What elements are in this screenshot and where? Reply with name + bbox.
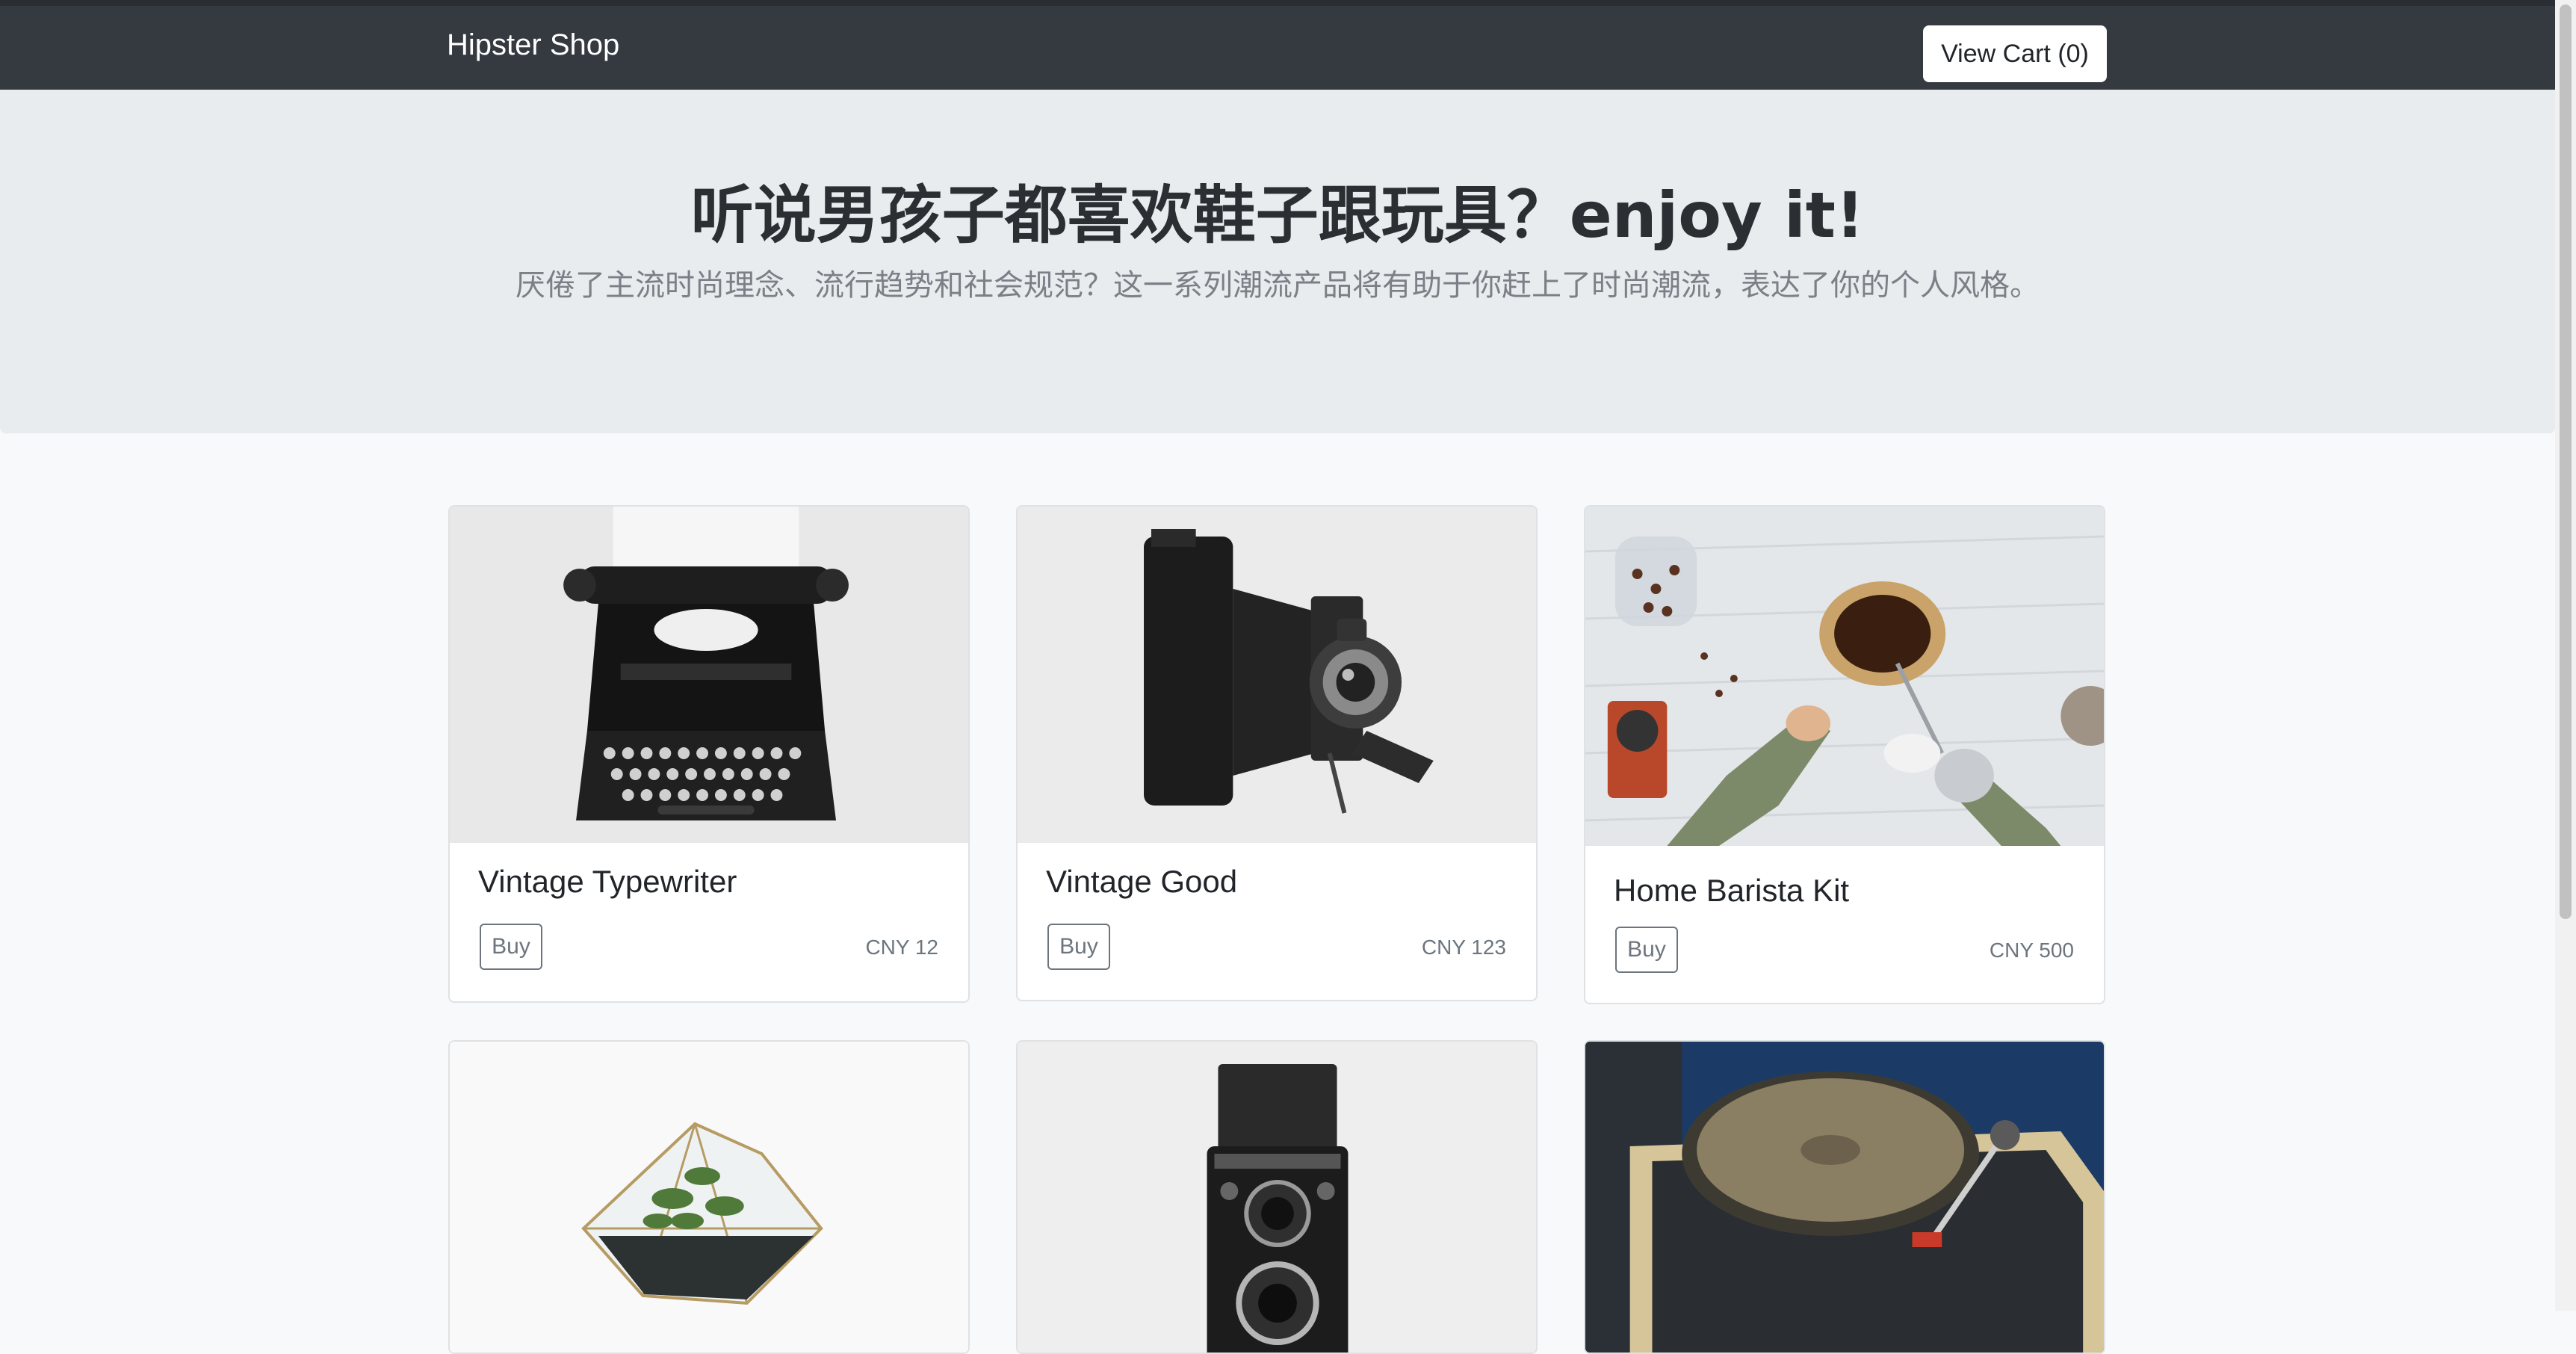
plant-icon <box>450 1042 968 1353</box>
hero-subtitle: 厌倦了主流时尚理念、流行趋势和社会规范？这一系列潮流产品将有助于你赶上了时尚潮流… <box>515 268 2040 303</box>
scrollbar-thumb[interactable] <box>2560 4 2572 919</box>
coffee-icon <box>1585 507 2104 846</box>
hero-title: 听说男孩子都喜欢鞋子跟玩具？enjoy it! <box>690 179 1865 252</box>
product-image-typewriter[interactable] <box>450 507 968 843</box>
navbar: Hipster Shop View Cart (0) <box>0 0 2555 90</box>
hero-banner: 听说男孩子都喜欢鞋子跟玩具？enjoy it! 厌倦了主流时尚理念、流行趋势和社… <box>0 90 2555 433</box>
buy-button[interactable]: Buy <box>1047 924 1110 970</box>
typewriter-icon <box>450 507 968 843</box>
product-name[interactable]: Vintage Typewriter <box>478 864 737 900</box>
product-price: CNY 123 <box>1421 936 1506 959</box>
product-card[interactable] <box>448 1040 970 1354</box>
product-card[interactable] <box>1016 1040 1538 1354</box>
product-image-terrarium[interactable] <box>450 1042 968 1353</box>
buy-button[interactable]: Buy <box>1615 927 1678 973</box>
product-card[interactable]: Home Barista Kit Buy CNY 500 <box>1584 505 2105 1004</box>
product-name[interactable]: Home Barista Kit <box>1614 873 1849 909</box>
product-image-record-player[interactable] <box>1585 1042 2104 1353</box>
product-card[interactable]: Vintage Typewriter Buy CNY 12 <box>448 505 970 1003</box>
product-image-folding-camera[interactable] <box>1018 507 1536 843</box>
product-price: CNY 500 <box>1989 939 2074 962</box>
camera-icon <box>1018 507 1536 843</box>
view-cart-button[interactable]: View Cart (0) <box>1923 25 2107 82</box>
buy-button[interactable]: Buy <box>480 924 542 970</box>
product-price: CNY 12 <box>865 936 938 959</box>
product-card[interactable]: Vintage Good Buy CNY 123 <box>1016 505 1538 1001</box>
product-card[interactable] <box>1584 1040 2105 1354</box>
product-image-twin-lens-camera[interactable] <box>1018 1042 1536 1353</box>
product-image-barista-kit[interactable] <box>1585 507 2104 846</box>
brand-logo-link[interactable]: Hipster Shop <box>447 30 619 60</box>
camera-icon <box>1018 1042 1536 1353</box>
record-player-icon <box>1585 1042 2104 1353</box>
product-name[interactable]: Vintage Good <box>1046 864 1237 900</box>
